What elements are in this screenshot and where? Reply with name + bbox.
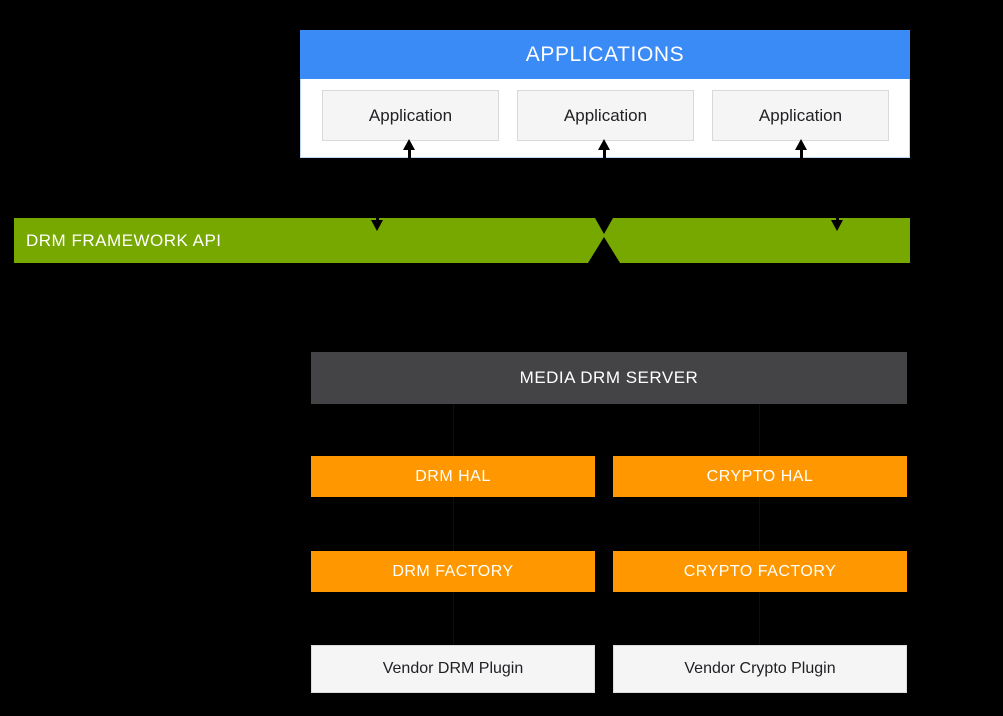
drm-architecture-diagram: APPLICATIONS Application Application App…	[0, 0, 1003, 716]
connector-drm-factory-to-plugin	[453, 592, 454, 645]
vendor-drm-plugin-box: Vendor DRM Plugin	[311, 645, 595, 693]
arrow-up-icon-center	[588, 237, 620, 263]
media-drm-server-box: MEDIA DRM SERVER	[311, 352, 907, 404]
drm-hal-box: DRM HAL	[311, 456, 595, 497]
crypto-hal-box: CRYPTO HAL	[613, 456, 907, 497]
arrow-up-icon-app3	[795, 139, 807, 150]
connector-server-to-drm-hal	[453, 404, 454, 456]
vendor-crypto-plugin-box: Vendor Crypto Plugin	[613, 645, 907, 693]
crypto-factory-box: CRYPTO FACTORY	[613, 551, 907, 592]
arrow-down-icon-left	[371, 220, 383, 231]
connector-crypto-factory-to-plugin	[759, 592, 760, 645]
applications-header: APPLICATIONS	[300, 30, 910, 79]
drm-factory-box: DRM FACTORY	[311, 551, 595, 592]
application-box-3[interactable]: Application	[712, 90, 889, 141]
application-box-2[interactable]: Application	[517, 90, 694, 141]
connector-drm-hal-to-drm-factory	[453, 497, 454, 551]
connector-server-to-crypto-hal	[759, 404, 760, 456]
drm-framework-api-bar: DRM FRAMEWORK API	[14, 218, 910, 263]
arrow-up-icon-app2	[598, 139, 610, 150]
arrow-down-icon-right	[831, 220, 843, 231]
application-box-1[interactable]: Application	[322, 90, 499, 141]
arrow-down-icon-center	[595, 218, 613, 234]
arrow-up-icon-app1	[403, 139, 415, 150]
connector-crypto-hal-to-crypto-factory	[759, 497, 760, 551]
